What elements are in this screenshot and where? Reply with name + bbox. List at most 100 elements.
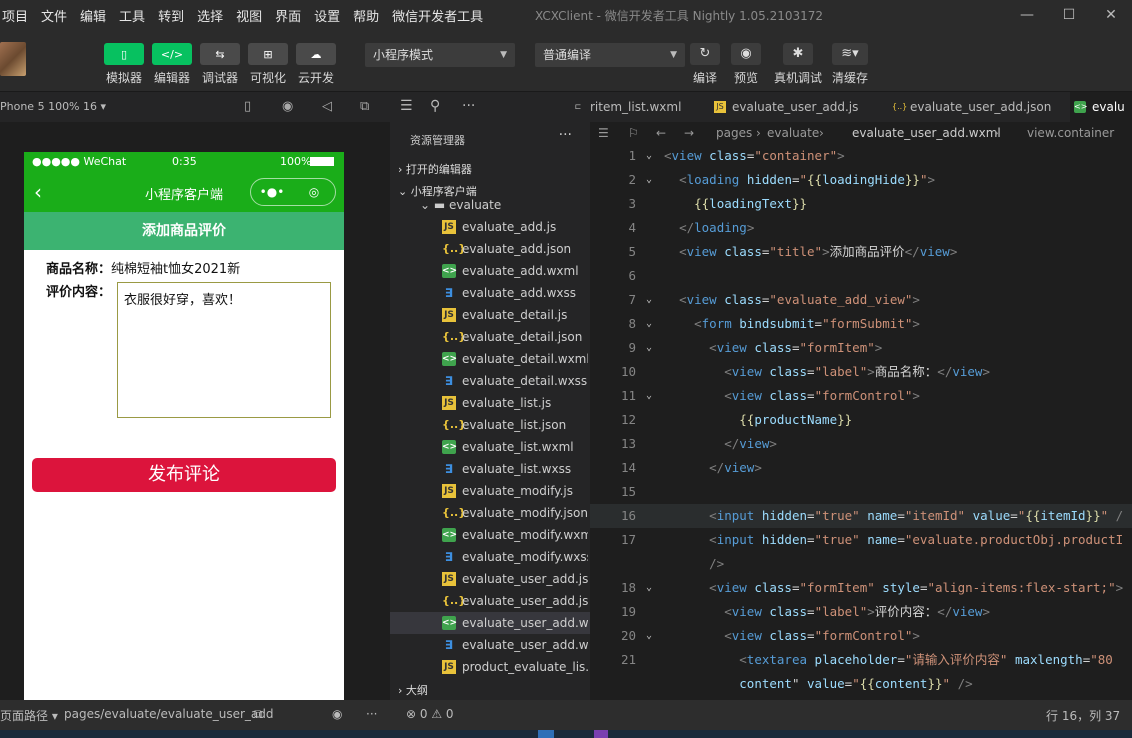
wxss-file-icon: ∃ — [444, 638, 454, 652]
tab-ritem-list[interactable]: ⊏ ritem_list.wxml — [568, 92, 710, 122]
file-item[interactable]: <> evaluate_modify.wxml — [390, 524, 590, 546]
tab-evaluate-user-add-wxml[interactable]: <> evalu — [1070, 92, 1132, 122]
compile-button[interactable]: ↻ 编译 — [690, 43, 720, 86]
menu-view[interactable]: 视图 — [236, 6, 262, 25]
record-icon[interactable]: ◉ — [282, 99, 293, 114]
search-icon[interactable]: ⚲ — [430, 98, 440, 114]
page-path-label[interactable]: 页面路径 ▾ — [0, 707, 58, 724]
list-icon[interactable]: ☰ — [598, 122, 609, 144]
popout-icon[interactable]: ⧉ — [360, 99, 369, 114]
bug-icon: ✱ — [783, 43, 813, 65]
breadcrumb-element[interactable]: view.container — [1027, 122, 1114, 144]
editor-button[interactable]: </> 编辑器 — [152, 43, 192, 86]
breadcrumb-pages[interactable]: pages — [716, 122, 752, 144]
file-item[interactable]: {..} evaluate_modify.json — [390, 502, 590, 524]
tab-evaluate-user-add-js[interactable]: JS evaluate_user_add.js — [710, 92, 882, 122]
code-line: 5 <view class="title">添加商品评价</view> — [628, 244, 958, 259]
menu-interface[interactable]: 界面 — [275, 6, 301, 25]
file-item[interactable]: ∃ evaluate_detail.wxss — [390, 370, 590, 392]
tab-evaluate-user-add-json[interactable]: {..} evaluate_user_add.json — [888, 92, 1068, 122]
menu-help[interactable]: 帮助 — [353, 6, 379, 25]
file-item[interactable]: {..} evaluate_user_add.js... — [390, 590, 590, 612]
submit-button[interactable]: 发布评论 — [32, 458, 336, 492]
file-item[interactable]: ∃ evaluate_user_add.w... — [390, 634, 590, 656]
mode-select[interactable]: 小程序模式 ▼ — [365, 43, 515, 67]
file-name: evaluate_add.wxss — [462, 286, 577, 300]
bookmark-icon[interactable]: ⚐ — [628, 122, 639, 144]
debugger-button[interactable]: ⇆ 调试器 — [200, 43, 240, 86]
more-dots-icon[interactable]: •●• — [251, 179, 293, 205]
menu-tools[interactable]: 工具 — [119, 6, 145, 25]
clear-cache-button[interactable]: ≋▾ 清缓存 — [832, 43, 868, 86]
taskbar-app[interactable] — [538, 730, 554, 738]
breadcrumb-evaluate[interactable]: evaluate — [767, 122, 819, 144]
menu-select[interactable]: 选择 — [197, 6, 223, 25]
js-file-icon: JS — [714, 101, 726, 113]
refresh-icon: ↻ — [690, 43, 720, 65]
file-name: evaluate_list.json — [462, 418, 567, 432]
breadcrumb-file[interactable]: evaluate_user_add.wxml — [852, 122, 1001, 144]
cursor-position[interactable]: 行 16，列 37 — [1046, 707, 1120, 724]
cloud-button[interactable]: ☁ 云开发 — [296, 43, 336, 86]
file-item[interactable]: JS evaluate_list.js — [390, 392, 590, 414]
compile-mode-select[interactable]: 普通编译 ▼ — [535, 43, 685, 67]
file-item[interactable]: JS evaluate_detail.js — [390, 304, 590, 326]
file-item[interactable]: JS evaluate_user_add.js — [390, 568, 590, 590]
comment-textarea[interactable]: 衣服很好穿，喜欢！ — [117, 282, 331, 418]
file-item[interactable]: {..} evaluate_detail.json — [390, 326, 590, 348]
file-item[interactable]: {..} evaluate_list.json — [390, 414, 590, 436]
avatar[interactable] — [0, 42, 26, 76]
file-item[interactable]: JS evaluate_modify.js — [390, 480, 590, 502]
device-select[interactable]: Phone 5 100% 16 ▾ — [0, 100, 106, 113]
back-arrow-icon[interactable]: ← — [656, 122, 666, 144]
menu-project[interactable]: 项目 — [2, 6, 28, 25]
code-editor[interactable]: 1 ⌄ <view class="container"> 2 ⌄ <loading h… — [590, 144, 1132, 700]
preview-button[interactable]: ◉ 预览 — [731, 43, 761, 86]
copy-icon[interactable]: ⧉ — [254, 707, 263, 722]
menu-settings[interactable]: 设置 — [314, 6, 340, 25]
js-file-icon: JS — [442, 572, 456, 586]
problems-indicator[interactable]: ⊗ 0 ⚠ 0 — [406, 707, 454, 721]
file-item[interactable]: <> evaluate_add.wxml — [390, 260, 590, 282]
more-icon[interactable]: ··· — [366, 707, 377, 721]
minimize-icon[interactable]: — — [1006, 0, 1048, 30]
close-icon[interactable]: ✕ — [1090, 0, 1132, 30]
taskbar-app[interactable] — [594, 730, 608, 738]
explorer-panel: 资源管理器 ··· › 打开的编辑器 ⌄ 小程序客户端 ⌄ ▬ evaluate… — [390, 122, 590, 702]
code-line: /> — [709, 556, 725, 571]
menu-file[interactable]: 文件 — [41, 6, 67, 25]
volume-icon[interactable]: ◁ — [322, 99, 332, 114]
outline-section[interactable]: › 大纲 — [398, 682, 428, 698]
file-item[interactable]: {..} evaluate_add.json — [390, 238, 590, 260]
list-icon[interactable]: ☰ — [400, 98, 413, 114]
file-item[interactable]: <> evaluate_list.wxml — [390, 436, 590, 458]
file-item[interactable]: ∃ evaluate_add.wxss — [390, 282, 590, 304]
wxss-file-icon: ∃ — [444, 550, 454, 564]
eye-icon[interactable]: ◉ — [332, 707, 342, 721]
visual-button[interactable]: ⊞ 可视化 — [248, 43, 288, 86]
code-line: 4 </loading> — [628, 220, 755, 235]
phone-rotate-icon[interactable]: ▯ — [244, 99, 251, 114]
folder-evaluate[interactable]: ⌄ ▬ evaluate — [420, 198, 501, 212]
file-item[interactable]: JS product_evaluate_lis... — [390, 656, 590, 678]
menu-devtools[interactable]: 微信开发者工具 — [392, 6, 483, 25]
project-section[interactable]: ⌄ 小程序客户端 — [398, 183, 477, 199]
more-icon[interactable]: ··· — [559, 127, 572, 143]
more-icon[interactable]: ··· — [462, 98, 475, 114]
menu-goto[interactable]: 转到 — [158, 6, 184, 25]
json-file-icon: {..} — [892, 102, 908, 111]
file-item[interactable]: ∃ evaluate_modify.wxss — [390, 546, 590, 568]
file-item[interactable]: JS evaluate_add.js — [390, 216, 590, 238]
menu-edit[interactable]: 编辑 — [80, 6, 106, 25]
target-icon[interactable]: ◎ — [293, 179, 335, 205]
maximize-icon[interactable]: ☐ — [1048, 0, 1090, 30]
real-debug-button[interactable]: ✱ 真机调试 — [774, 43, 822, 86]
debugger-label: 调试器 — [201, 71, 238, 85]
forward-arrow-icon[interactable]: → — [684, 122, 694, 144]
simulator-button[interactable]: ▯ 模拟器 — [104, 43, 144, 86]
code-line: 18 ⌄ <view class="formItem" style="align-… — [620, 580, 1124, 595]
file-item[interactable]: <> evaluate_user_add.w... — [390, 612, 590, 634]
open-editors-section[interactable]: › 打开的编辑器 — [398, 161, 472, 177]
file-item[interactable]: ∃ evaluate_list.wxss — [390, 458, 590, 480]
file-item[interactable]: <> evaluate_detail.wxml — [390, 348, 590, 370]
